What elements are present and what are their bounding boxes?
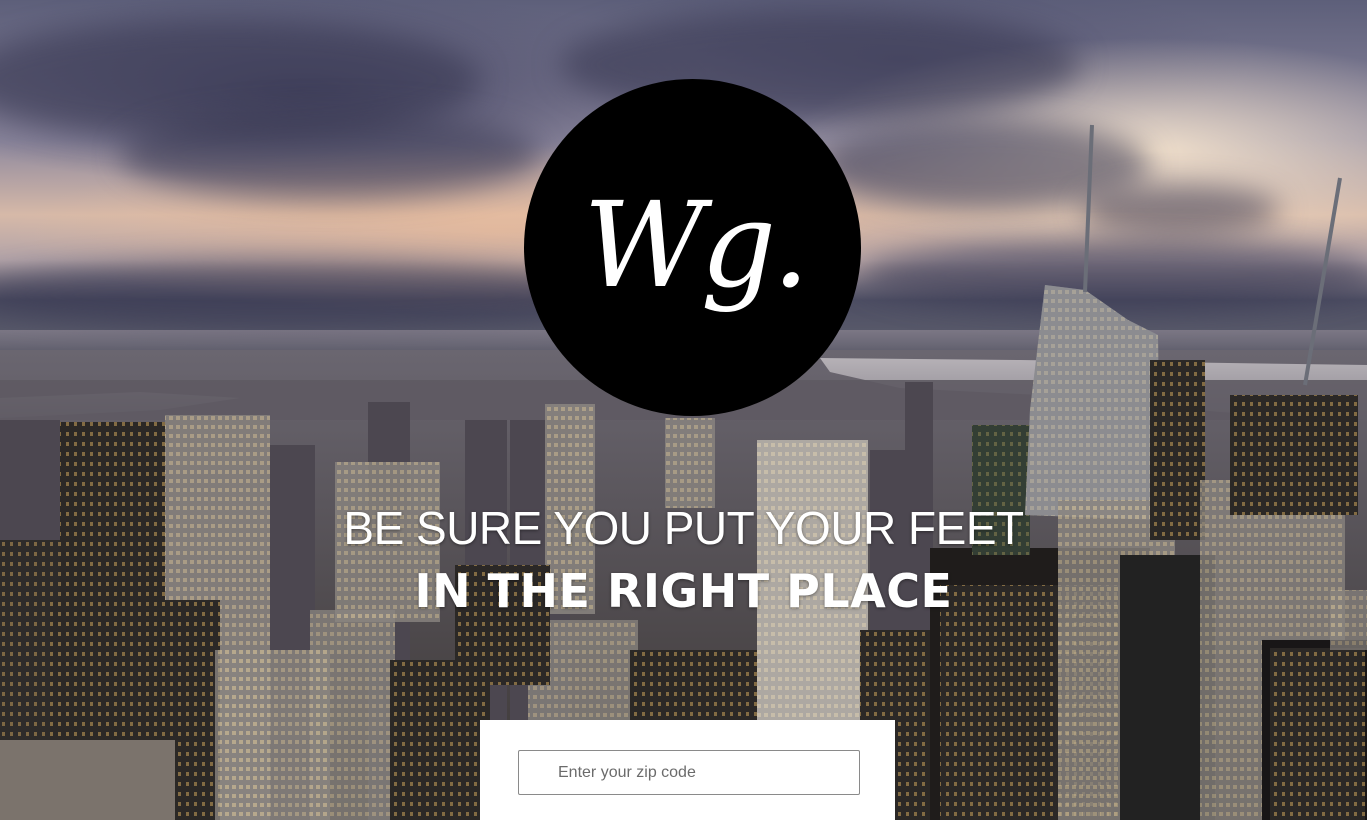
brand-logo-text: Wg. — [583, 175, 809, 314]
tagline-line-2: IN THE RIGHT PLACE — [414, 564, 953, 618]
brand-logo[interactable]: Wg. — [524, 79, 861, 416]
zip-search-panel — [480, 720, 895, 820]
hero-tagline: BE SURE YOU PUT YOUR FEET IN THE RIGHT P… — [0, 498, 1367, 624]
tagline-line-1: BE SURE YOU PUT YOUR FEET — [343, 502, 1024, 554]
zip-code-input[interactable] — [518, 750, 860, 795]
